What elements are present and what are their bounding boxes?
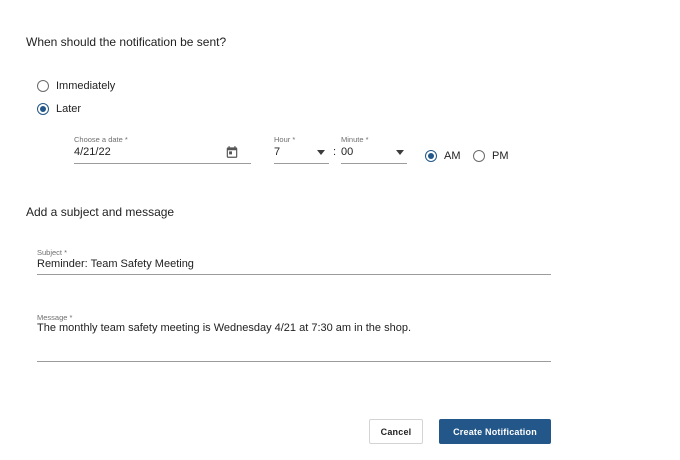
time-separator: : bbox=[333, 146, 337, 158]
message-field[interactable]: The monthly team safety meeting is Wedne… bbox=[37, 322, 411, 334]
radio-pm[interactable]: PM bbox=[473, 150, 509, 162]
cancel-button[interactable]: Cancel bbox=[369, 419, 423, 444]
hour-select-underline bbox=[274, 163, 329, 164]
radio-am-label: AM bbox=[444, 150, 461, 162]
subject-field-label: Subject * bbox=[37, 248, 68, 257]
radio-later-circle[interactable] bbox=[37, 103, 49, 115]
radio-am[interactable]: AM bbox=[425, 150, 461, 162]
minute-chevron-down-icon[interactable] bbox=[396, 150, 404, 155]
subject-field-underline bbox=[37, 274, 551, 275]
hour-chevron-down-icon[interactable] bbox=[317, 150, 325, 155]
radio-pm-circle[interactable] bbox=[473, 150, 485, 162]
radio-later-label: Later bbox=[56, 103, 82, 115]
schedule-question: When should the notification be sent? bbox=[26, 35, 227, 49]
minute-select-label: Minute * bbox=[341, 135, 369, 144]
date-field-label: Choose a date * bbox=[74, 135, 128, 144]
radio-immediately-label: Immediately bbox=[56, 80, 116, 92]
hour-select[interactable]: 7 bbox=[274, 146, 280, 158]
radio-pm-label: PM bbox=[492, 150, 509, 162]
create-notification-button[interactable]: Create Notification bbox=[439, 419, 551, 444]
message-field-underline bbox=[37, 361, 551, 362]
radio-am-circle[interactable] bbox=[425, 150, 437, 162]
content-heading: Add a subject and message bbox=[26, 205, 175, 219]
radio-immediately[interactable]: Immediately bbox=[37, 80, 115, 92]
minute-select-underline bbox=[341, 163, 407, 164]
radio-immediately-circle[interactable] bbox=[37, 80, 49, 92]
subject-field[interactable]: Reminder: Team Safety Meeting bbox=[37, 258, 194, 270]
date-field-underline bbox=[74, 163, 251, 164]
minute-select[interactable]: 00 bbox=[341, 146, 353, 158]
date-field[interactable]: 4/21/22 bbox=[74, 146, 111, 158]
message-field-label: Message * bbox=[37, 313, 73, 322]
radio-later[interactable]: Later bbox=[37, 103, 81, 115]
hour-select-label: Hour * bbox=[274, 135, 296, 144]
calendar-icon[interactable] bbox=[225, 145, 239, 164]
